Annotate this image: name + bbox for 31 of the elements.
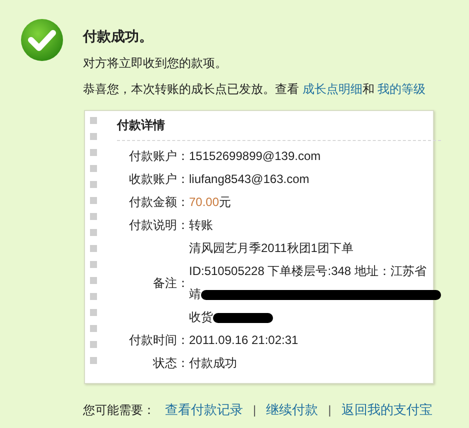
separator: | bbox=[328, 403, 332, 417]
note-line: 靖 bbox=[189, 286, 201, 303]
growth-details-link[interactable]: 成长点明细 bbox=[302, 82, 362, 96]
amount-value: 70.00元 bbox=[189, 194, 232, 211]
success-title: 付款成功。 bbox=[83, 28, 154, 46]
note-line: 清风园艺月季2011秋团1团下单 bbox=[189, 240, 354, 257]
footer-link[interactable]: 返回我的支付宝 bbox=[341, 401, 432, 419]
field-value: 转账 bbox=[189, 217, 213, 234]
my-level-link[interactable]: 我的等级 bbox=[378, 82, 426, 96]
suggestion-label: 您可能需要： bbox=[83, 402, 155, 418]
growth-note: 恭喜您，本次转账的成长点已发放。查看 成长点明细和 我的等级 bbox=[83, 81, 426, 98]
footer-link[interactable]: 继续付款 bbox=[266, 401, 318, 419]
redaction-mark bbox=[213, 312, 273, 322]
field-label: 状态： bbox=[152, 355, 189, 372]
field-value: liufang8543@163.com bbox=[189, 171, 310, 188]
note-line: ID:510505228 下单楼层号:348 地址：江苏省 bbox=[189, 263, 426, 280]
field-label: 备注： bbox=[152, 274, 189, 292]
field-label: 付款金额： bbox=[128, 194, 189, 211]
separator: | bbox=[253, 403, 256, 417]
field-label: 付款账户： bbox=[128, 148, 189, 165]
field-value: 15152699899@139.com bbox=[189, 148, 321, 165]
field-value: 2011.09.16 21:02:31 bbox=[189, 332, 298, 349]
footer-link[interactable]: 查看付款记录 bbox=[165, 401, 243, 419]
field-value: 付款成功 bbox=[189, 355, 237, 372]
check-icon bbox=[20, 18, 64, 62]
field-label: 付款时间： bbox=[128, 332, 189, 349]
payment-message: 对方将立即收到您的款项。 bbox=[83, 55, 228, 72]
field-label: 收款账户： bbox=[128, 171, 189, 188]
note-line: 收货 bbox=[189, 309, 213, 326]
details-title: 付款详情 bbox=[117, 117, 441, 141]
field-label: 付款说明： bbox=[128, 217, 189, 234]
